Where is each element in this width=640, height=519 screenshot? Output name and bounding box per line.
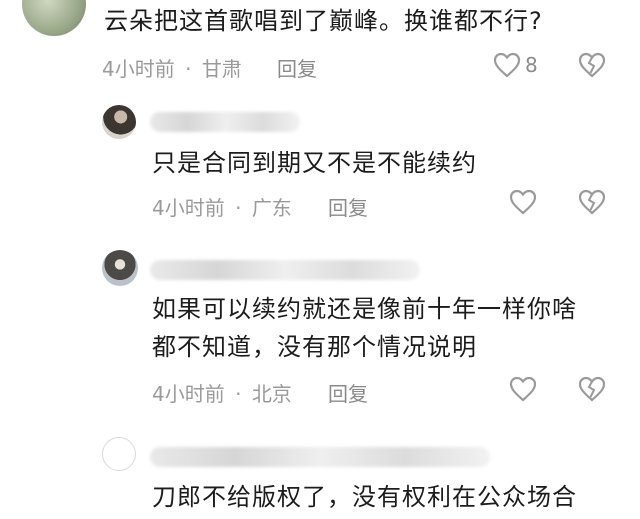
comment-location: 甘肃 <box>201 57 242 81</box>
broken-heart-icon[interactable] <box>578 52 606 78</box>
comment-time: 4小时前 <box>152 382 225 406</box>
comment-meta: 4小时前 · 广东 <box>152 192 292 221</box>
comment-location: 北京 <box>251 382 292 406</box>
heart-outline-icon[interactable] <box>509 376 537 402</box>
comment-time: 4小时前 <box>102 57 175 81</box>
broken-heart-icon[interactable] <box>578 376 606 402</box>
like-count: 8 <box>525 53 538 77</box>
comment-location: 广东 <box>251 196 292 220</box>
heart-outline-icon[interactable] <box>493 52 521 78</box>
reply-button[interactable]: 回复 <box>277 53 317 82</box>
reply-button[interactable]: 回复 <box>328 192 368 221</box>
username-blurred <box>150 447 490 467</box>
comment-text: 如果可以续约就还是像前十年一样你啥 <box>152 295 577 323</box>
separator: · <box>235 382 242 406</box>
comment-text-continued: 都不知道，没有那个情况说明 <box>152 333 477 361</box>
username-blurred <box>150 112 300 132</box>
separator: · <box>235 196 242 220</box>
broken-heart-icon[interactable] <box>578 189 606 215</box>
comment-meta: 4小时前 · 北京 <box>152 378 292 407</box>
comment-text: 云朵把这首歌唱到了巅峰。换谁都不行? <box>104 7 543 35</box>
avatar[interactable] <box>102 105 136 139</box>
comment-time: 4小时前 <box>152 196 225 220</box>
comment-meta: 4小时前 · 甘肃 <box>102 53 242 82</box>
avatar[interactable] <box>22 0 86 36</box>
reply-button[interactable]: 回复 <box>328 378 368 407</box>
avatar[interactable] <box>102 250 138 286</box>
comment-text: 只是合同到期又不是不能续约 <box>152 149 477 177</box>
heart-outline-icon[interactable] <box>509 189 537 215</box>
separator: · <box>185 57 192 81</box>
username-blurred <box>150 260 420 280</box>
comment-text: 刀郎不给版权了，没有权利在公众场合 <box>152 483 577 511</box>
avatar[interactable] <box>102 437 136 471</box>
